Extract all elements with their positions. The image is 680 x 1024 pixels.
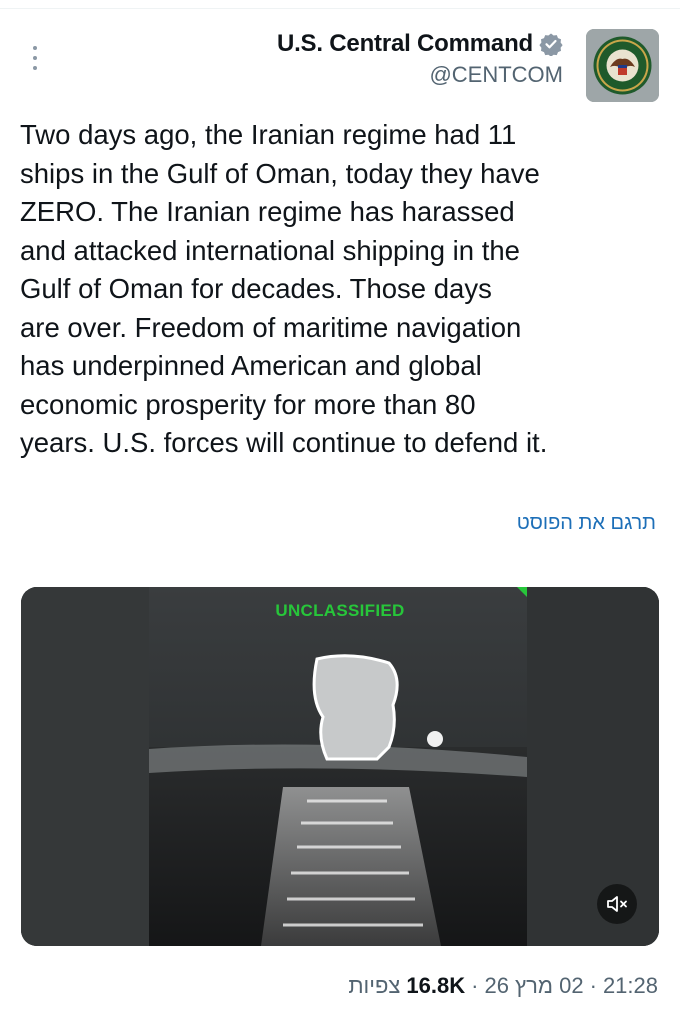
author-handle[interactable]: @CENTCOM	[277, 62, 563, 88]
centcom-seal	[586, 29, 659, 102]
avatar[interactable]	[586, 29, 659, 102]
speaker-muted-icon[interactable]	[597, 884, 637, 924]
unclassified-label: UNCLASSIFIED	[275, 601, 405, 620]
author-name[interactable]: U.S. Central Command	[277, 30, 533, 58]
video-player[interactable]: UNCLASSIFIED	[21, 587, 659, 946]
meta-separator: ·	[471, 973, 479, 998]
video-frame-image	[21, 587, 659, 946]
tweet-meta: 21:28 · 02 מרץ 26 · 16.8K צפיות	[348, 973, 658, 999]
tweet-text: Two days ago, the Iranian regime had 11 …	[20, 119, 548, 458]
meta-separator: ·	[589, 973, 597, 998]
author-block[interactable]: U.S. Central Command @CENTCOM	[277, 30, 563, 88]
verified-badge-icon	[539, 32, 563, 57]
more-options-icon[interactable]	[26, 46, 44, 70]
top-divider	[0, 0, 680, 9]
translate-post-link[interactable]: תרגם את הפוסט	[517, 512, 656, 535]
tweet-date[interactable]: 02 מרץ 26	[484, 973, 583, 999]
views-label: צפיות	[348, 973, 401, 998]
views-count[interactable]: 16.8K	[406, 973, 465, 999]
tweet-time[interactable]: 21:28	[603, 973, 658, 999]
